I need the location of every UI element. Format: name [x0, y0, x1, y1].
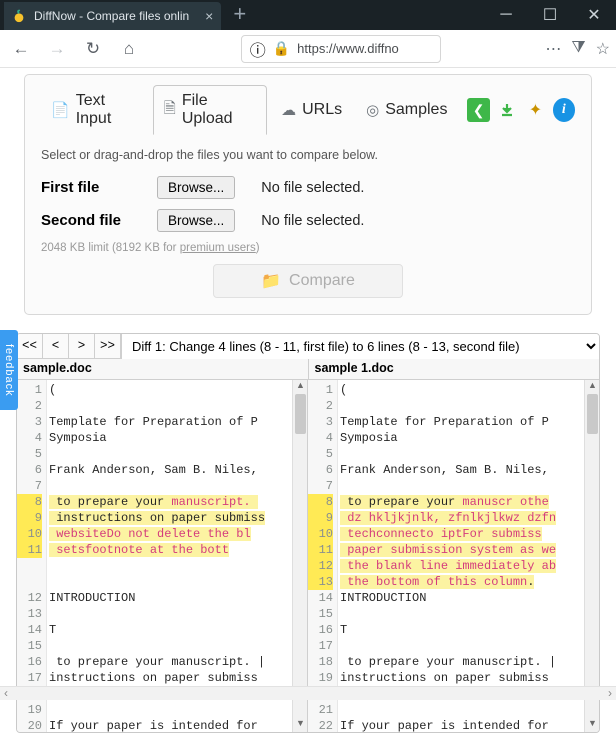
- left-file-title: sample.doc: [17, 359, 309, 380]
- diff-body: 1 2 3 4 5 6 7 8 9 10 11 12 13 14 15 16 1…: [17, 380, 599, 732]
- first-file-status: No file selected.: [261, 180, 364, 196]
- window-maximize-icon[interactable]: ☐: [528, 0, 572, 30]
- second-file-row: Second file Browse... No file selected.: [41, 209, 575, 232]
- diff-last-button[interactable]: >>: [95, 334, 121, 358]
- diff-selector[interactable]: Diff 1: Change 4 lines (8 - 11, first fi…: [121, 334, 599, 359]
- new-tab-button[interactable]: +: [233, 0, 246, 28]
- left-pane: 1 2 3 4 5 6 7 8 9 10 11 12 13 14 15 16 1…: [17, 380, 308, 732]
- diff-file-titles: sample.doc sample 1.doc: [17, 359, 599, 380]
- page-actions-icon[interactable]: ⋯: [545, 39, 561, 59]
- left-scrollbar[interactable]: ▲▼: [292, 380, 307, 732]
- back-button[interactable]: ←: [6, 34, 36, 64]
- right-scrollbar[interactable]: ▲▼: [584, 380, 599, 732]
- compare-button[interactable]: 📁 Compare: [213, 264, 403, 298]
- browser-nav-bar: ← → ↻ ⌂ ⓘ 🔒 https://www.diffno ⋯ ⧩ ☆: [0, 30, 616, 68]
- diff-viewer: << < > >> Diff 1: Change 4 lines (8 - 11…: [16, 333, 600, 733]
- settings-button[interactable]: ✦: [524, 98, 546, 122]
- site-info-icon[interactable]: ⓘ: [250, 37, 266, 61]
- cloud-icon: ☁: [281, 101, 296, 119]
- pocket-icon[interactable]: ⧩: [571, 39, 585, 59]
- second-file-status: No file selected.: [261, 213, 364, 229]
- upload-icon: 🗎: [164, 98, 176, 123]
- first-file-row: First file Browse... No file selected.: [41, 176, 575, 199]
- diff-next-button[interactable]: >: [69, 334, 95, 358]
- first-file-label: First file: [41, 179, 137, 196]
- tab-title: DiffNow - Compare files onlin: [34, 9, 189, 23]
- tab-text-input[interactable]: 📄Text Input: [41, 86, 149, 134]
- compare-icon: 📁: [261, 271, 281, 291]
- window-close-icon[interactable]: ✕: [572, 0, 616, 30]
- home-button[interactable]: ⌂: [114, 34, 144, 64]
- right-line-numbers: 1 2 3 4 5 6 7 8 9 10 11 12 1314 15 16 17…: [308, 380, 338, 732]
- tab-file-upload[interactable]: 🗎File Upload: [153, 85, 267, 135]
- right-file-title: sample 1.doc: [309, 359, 600, 380]
- premium-users-link[interactable]: premium users: [180, 242, 256, 254]
- document-icon: 📄: [51, 101, 70, 119]
- right-pane: 1 2 3 4 5 6 7 8 9 10 11 12 1314 15 16 17…: [308, 380, 599, 732]
- feedback-tab[interactable]: feedback: [0, 330, 18, 410]
- address-bar[interactable]: ⓘ 🔒 https://www.diffno: [241, 35, 441, 63]
- lock-icon: 🔒: [273, 40, 290, 57]
- diff-prev-button[interactable]: <: [43, 334, 69, 358]
- tab-urls[interactable]: ☁URLs: [271, 95, 352, 125]
- left-line-numbers: 1 2 3 4 5 6 7 8 9 10 11 12 13 14 15 16 1…: [17, 380, 47, 732]
- window-minimize-icon[interactable]: ─: [484, 0, 528, 30]
- upload-description: Select or drag-and-drop the files you wa…: [41, 148, 575, 162]
- download-arrow-icon: [500, 103, 514, 117]
- right-code[interactable]: ( Template for Preparation of P Symposia…: [338, 380, 599, 732]
- site-favicon-icon: [12, 9, 26, 23]
- target-icon: ◎: [366, 101, 379, 119]
- reload-button[interactable]: ↻: [78, 34, 108, 64]
- second-file-label: Second file: [41, 212, 137, 229]
- diff-navigation: << < > >> Diff 1: Change 4 lines (8 - 11…: [17, 334, 599, 359]
- second-file-browse-button[interactable]: Browse...: [157, 209, 235, 232]
- window-horizontal-scrollbar[interactable]: [0, 686, 616, 700]
- forward-button[interactable]: →: [42, 34, 72, 64]
- left-code[interactable]: ( Template for Preparation of P Symposia…: [47, 380, 307, 732]
- info-button[interactable]: i: [553, 98, 575, 122]
- tab-close-icon[interactable]: ×: [205, 8, 213, 24]
- download-button[interactable]: [496, 98, 518, 122]
- first-file-browse-button[interactable]: Browse...: [157, 176, 235, 199]
- diff-first-button[interactable]: <<: [17, 334, 43, 358]
- upload-panel: 📄Text Input 🗎File Upload ☁URLs ◎Samples …: [24, 74, 592, 315]
- page-content: 📄Text Input 🗎File Upload ☁URLs ◎Samples …: [0, 68, 616, 317]
- panel-tabs: 📄Text Input 🗎File Upload ☁URLs ◎Samples …: [41, 85, 575, 136]
- bookmark-star-icon[interactable]: ☆: [596, 39, 610, 59]
- url-text: https://www.diffno: [297, 41, 399, 56]
- share-button[interactable]: ❮: [467, 98, 489, 122]
- browser-tab[interactable]: DiffNow - Compare files onlin ×: [4, 2, 221, 30]
- size-limit-text: 2048 KB limit (8192 KB for premium users…: [41, 242, 575, 254]
- tab-samples[interactable]: ◎Samples: [356, 95, 457, 125]
- window-titlebar: DiffNow - Compare files onlin × + ─ ☐ ✕: [0, 0, 616, 30]
